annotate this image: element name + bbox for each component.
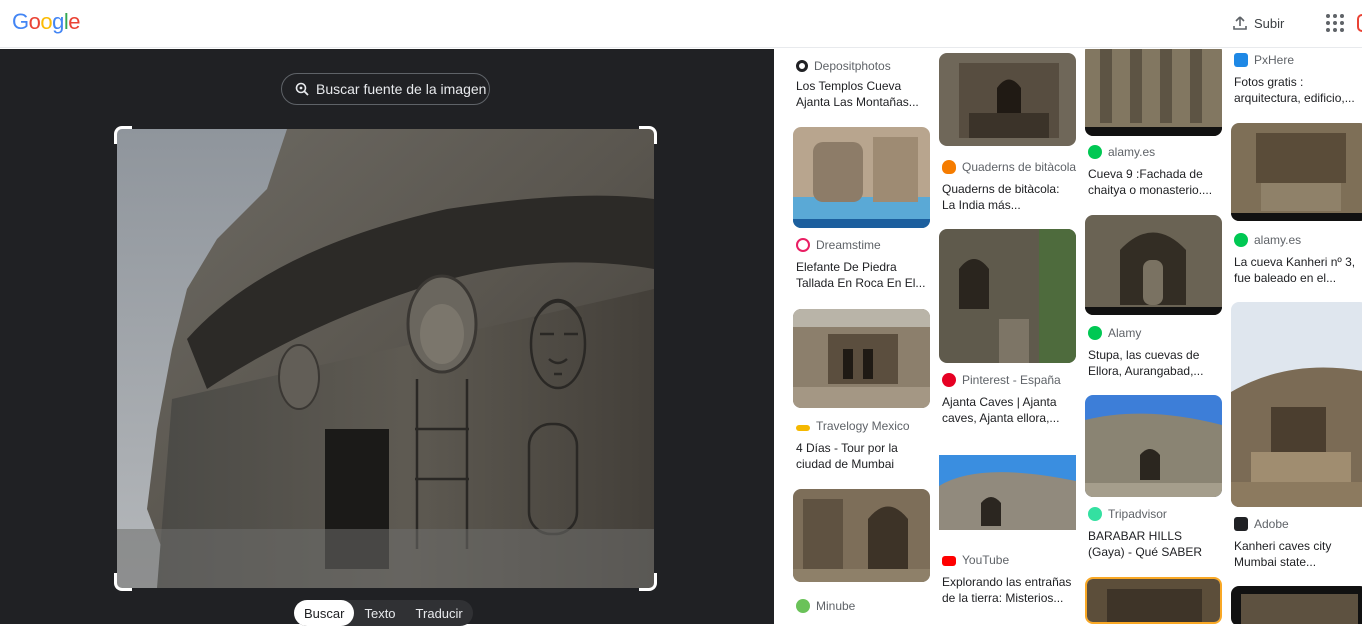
result-title: La cueva Kanheri nº 3, fue baleado en el… [1234, 255, 1356, 285]
lens-mode-tabs: Buscar Texto Traducir [294, 600, 473, 626]
depositphotos-icon [796, 60, 808, 72]
apps-icon[interactable] [1326, 14, 1344, 32]
result-thumbnail [1085, 395, 1222, 497]
pinterest-icon [942, 373, 956, 387]
lens-search-icon [295, 82, 309, 96]
result-thumbnail [1085, 577, 1222, 624]
result-title: BARABAR HILLS (Gaya) - Qué SABER antes d… [1088, 529, 1203, 559]
result-thumbnail [793, 127, 930, 228]
result-source: Depositphotos [796, 59, 891, 73]
result-thumbnail [793, 489, 930, 582]
quaderns-icon [942, 160, 956, 174]
result-thumbnail [939, 53, 1076, 146]
upload-icon [1233, 16, 1247, 30]
result-thumbnail [1085, 49, 1222, 136]
result-source: Pinterest - España [942, 373, 1061, 387]
result-source: Travelogy Mexico [796, 419, 910, 433]
result-title: Los Templos Cueva Ajanta Las Montañas... [796, 79, 919, 109]
result-source: alamy.es [1234, 233, 1301, 247]
find-image-source-label: Buscar fuente de la imagen [316, 81, 487, 97]
tab-translate[interactable]: Traducir [406, 600, 473, 626]
crop-handle-bottom-left[interactable] [114, 573, 132, 591]
result-source: PxHere [1234, 53, 1294, 67]
result-thumbnail [793, 309, 930, 408]
result-source: Dreamstime [796, 238, 881, 252]
result-source: alamy.es [1088, 145, 1155, 159]
result-source: Minube [796, 599, 855, 613]
result-thumbnail [1085, 215, 1222, 315]
result-source: YouTube [942, 553, 1009, 567]
find-image-source-button[interactable]: Buscar fuente de la imagen [281, 73, 490, 105]
result-title: Stupa, las cuevas de Ellora, Aurangabad,… [1088, 348, 1204, 378]
google-logo[interactable]: Google [12, 9, 81, 35]
crop-handle-top-left[interactable] [114, 126, 132, 144]
alamy-icon [1088, 145, 1102, 159]
result-source: Adobe [1234, 517, 1289, 531]
result-source: Alamy [1088, 326, 1141, 340]
result-thumbnail [939, 229, 1076, 363]
query-image[interactable] [117, 129, 654, 588]
result-title: 4 Días - Tour por la ciudad de Mumbai [796, 441, 898, 471]
tripadvisor-icon [1088, 507, 1102, 521]
travelogy-icon [796, 425, 810, 431]
tab-text[interactable]: Texto [354, 600, 405, 626]
tab-search[interactable]: Buscar [294, 600, 355, 626]
result-title: Kanheri caves city Mumbai state... [1234, 539, 1332, 569]
visual-matches-grid: Depositphotos Los Templos Cueva Ajanta L… [774, 49, 1362, 624]
crop-handle-top-right[interactable] [639, 126, 657, 144]
result-title: Ajanta Caves | Ajanta caves, Ajanta ello… [942, 395, 1060, 425]
query-image-panel: Buscar fuente de la imagen Buscar Texto … [0, 49, 774, 626]
result-source: Tripadvisor [1088, 507, 1167, 521]
result-thumbnail [1231, 586, 1362, 624]
result-title: Quaderns de bitàcola: La India más... [942, 182, 1060, 212]
pxhere-icon [1234, 53, 1248, 67]
result-title: Cueva 9 :Fachada de chaitya o monasterio… [1088, 167, 1213, 197]
top-bar: Google Subir [0, 0, 1362, 48]
result-thumbnail [1231, 123, 1362, 221]
result-source: Quaderns de bitàcola [942, 160, 1076, 174]
youtube-icon [942, 556, 956, 566]
minube-icon [796, 599, 810, 613]
crop-handle-bottom-right[interactable] [639, 573, 657, 591]
adobe-stock-icon [1234, 517, 1248, 531]
alamy-icon [1088, 326, 1102, 340]
result-title: Fotos gratis : arquitectura, edificio,..… [1234, 75, 1355, 105]
result-thumbnail [939, 441, 1076, 544]
alamy-icon [1234, 233, 1248, 247]
upload-button[interactable]: Subir [1232, 12, 1284, 34]
account-avatar[interactable] [1357, 14, 1362, 32]
result-thumbnail [1231, 302, 1362, 507]
dreamstime-icon [796, 238, 810, 252]
upload-label: Subir [1254, 15, 1285, 31]
result-title: Explorando las entrañas de la tierra: Mi… [942, 575, 1072, 605]
result-title: Elefante De Piedra Tallada En Roca En El… [796, 260, 926, 290]
